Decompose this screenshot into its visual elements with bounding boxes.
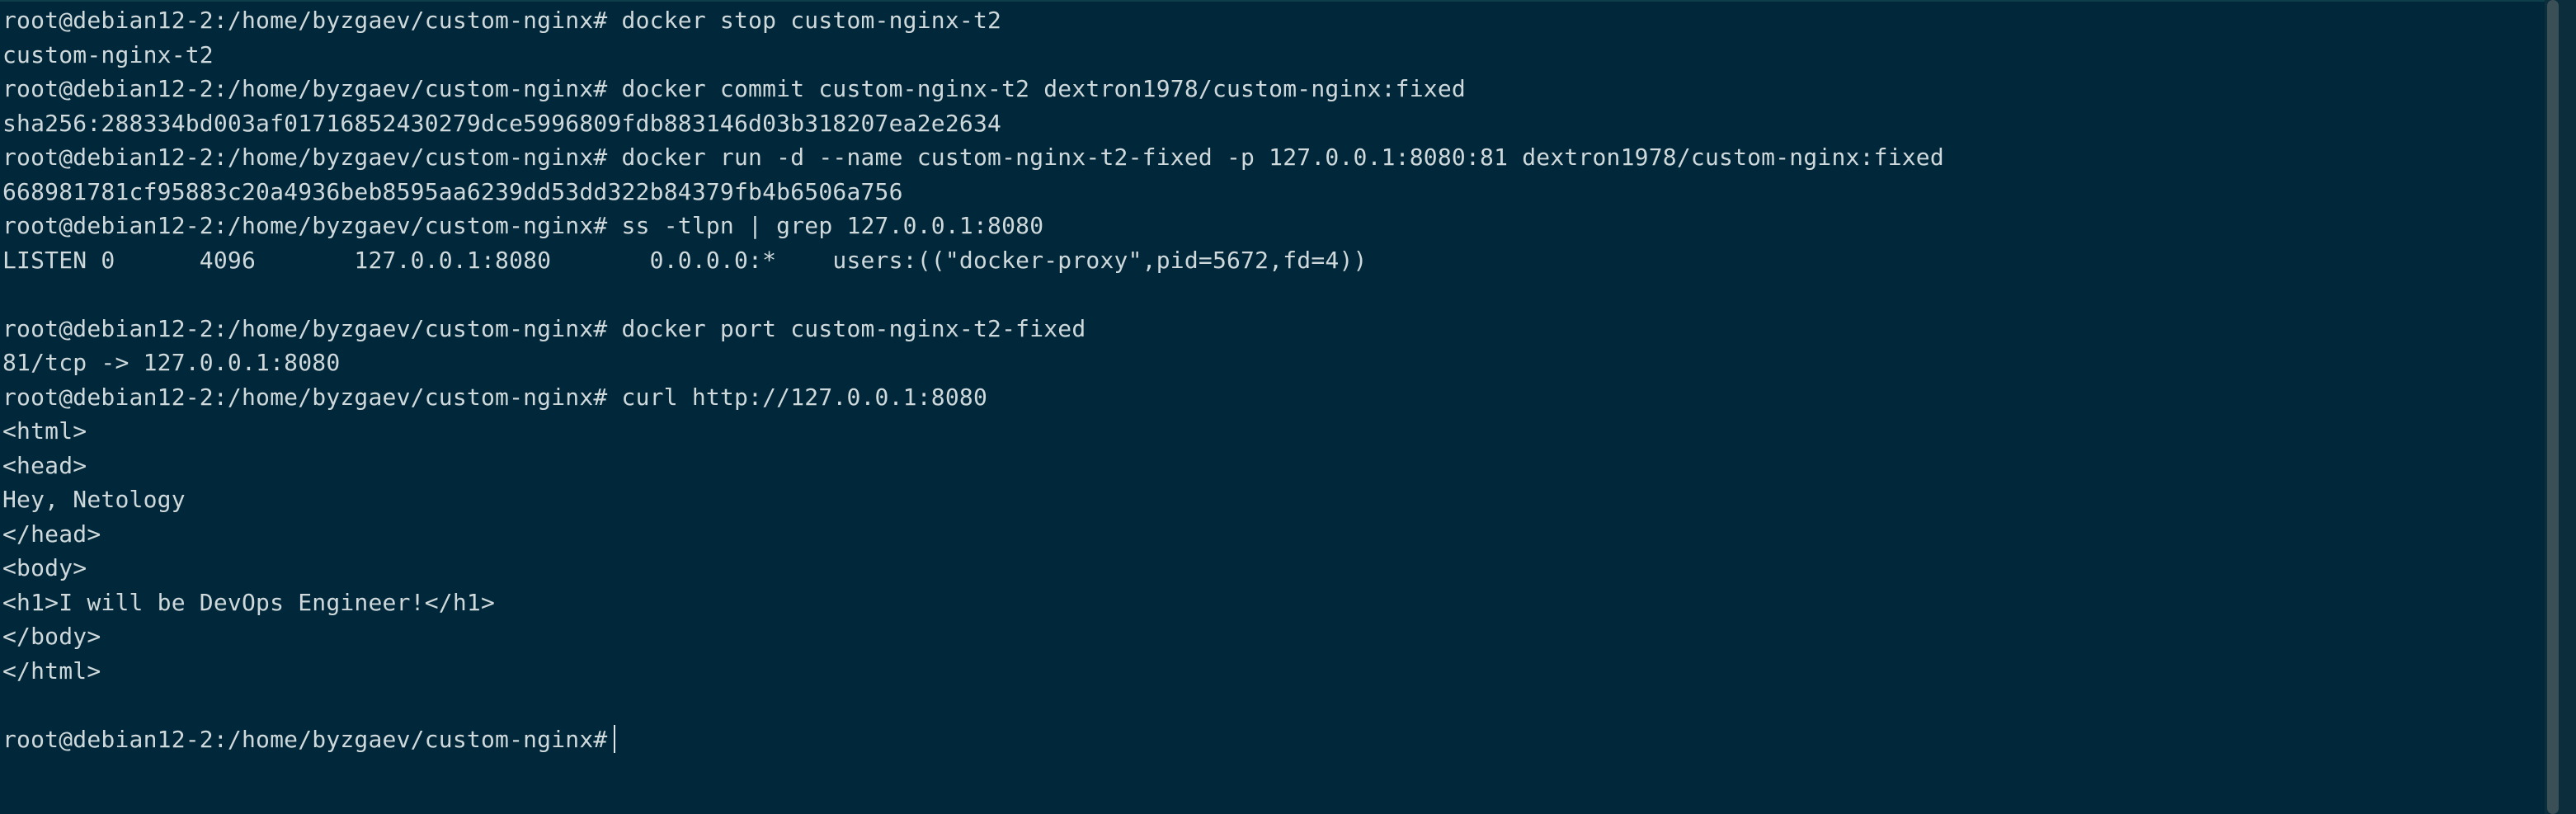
terminal-line: </head>	[2, 520, 101, 548]
terminal-line: <h1>I will be DevOps Engineer!</h1>	[2, 588, 496, 616]
terminal-line: </html>	[2, 656, 101, 685]
scrollbar-thumb[interactable]	[2547, 0, 2559, 814]
terminal-line: 668981781cf95883c20a4936beb8595aa6239dd5…	[2, 177, 903, 205]
terminal-line: Hey, Netology	[2, 486, 186, 513]
terminal-line: LISTEN 0 4096 127.0.0.1:8080 0.0.0.0:* u…	[2, 246, 1368, 274]
terminal-line: <head>	[2, 451, 87, 479]
vertical-scrollbar[interactable]	[2545, 0, 2576, 814]
terminal-line: 81/tcp -> 127.0.0.1:8080	[2, 349, 341, 376]
terminal-line: root@debian12-2:/home/byzgaev/custom-ngi…	[2, 7, 1002, 34]
terminal-top-border	[0, 0, 2545, 2]
terminal-line: <body>	[2, 554, 87, 581]
terminal-output: root@debian12-2:/home/byzgaev/custom-ngi…	[2, 3, 1944, 756]
terminal-line: root@debian12-2:/home/byzgaev/custom-ngi…	[2, 314, 1086, 342]
terminal-line: root@debian12-2:/home/byzgaev/custom-ngi…	[2, 75, 1466, 102]
terminal-line: custom-nginx-t2	[2, 40, 214, 68]
terminal-line: root@debian12-2:/home/byzgaev/custom-ngi…	[2, 383, 988, 411]
terminal-line: sha256:288334bd003af01716852430279dce599…	[2, 109, 1002, 137]
terminal-line: root@debian12-2:/home/byzgaev/custom-ngi…	[2, 212, 1044, 239]
terminal-prompt: root@debian12-2:/home/byzgaev/custom-ngi…	[2, 725, 608, 753]
terminal-prompt-line[interactable]: root@debian12-2:/home/byzgaev/custom-ngi…	[2, 722, 1944, 757]
terminal-line: root@debian12-2:/home/byzgaev/custom-ngi…	[2, 144, 1944, 171]
terminal-line: <html>	[2, 417, 87, 445]
terminal-line: </body>	[2, 623, 101, 650]
text-cursor	[614, 724, 616, 753]
terminal-window[interactable]: root@debian12-2:/home/byzgaev/custom-ngi…	[0, 0, 2545, 814]
